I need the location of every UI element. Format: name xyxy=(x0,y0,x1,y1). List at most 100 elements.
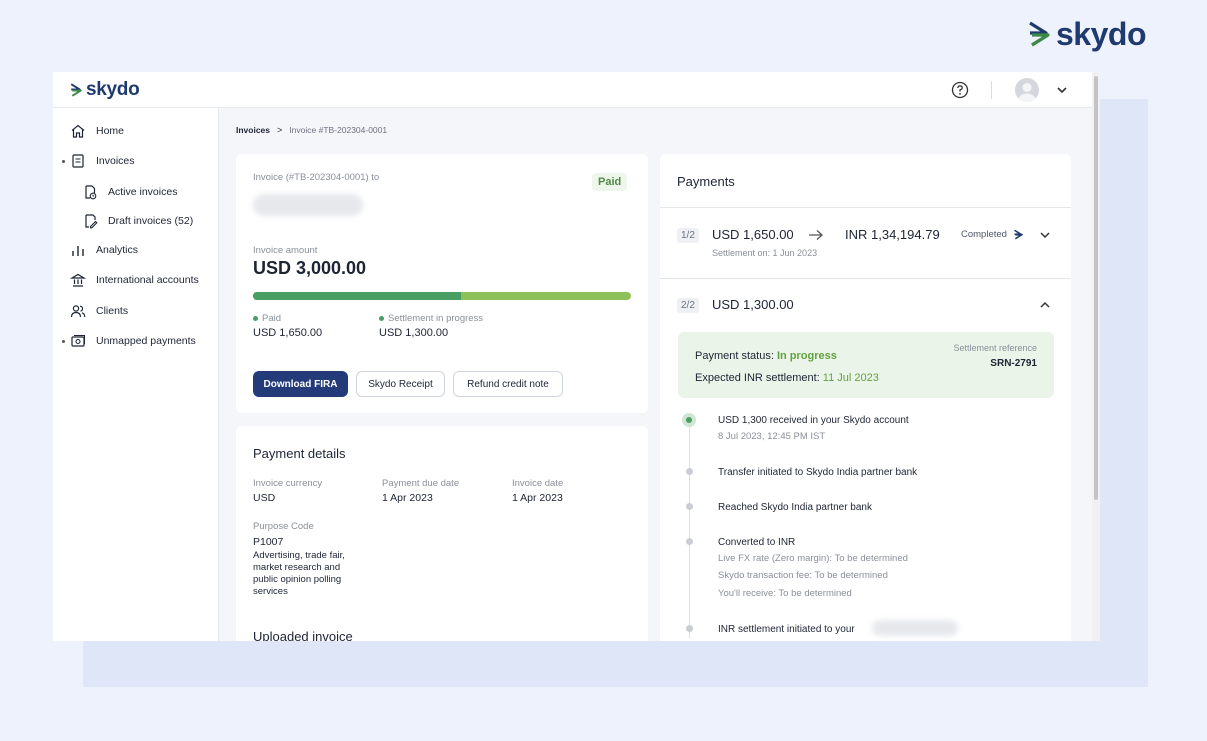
download-fira-button[interactable]: Download FIRA xyxy=(253,371,348,397)
purpose-code-label: Purpose Code xyxy=(253,521,314,532)
payment-index: 1/2 xyxy=(677,228,699,243)
timeline-step-detail: Skydo transaction fee: To be determined xyxy=(718,570,888,581)
expand-bullet xyxy=(62,160,65,163)
expected-settlement-label: Expected INR settlement: xyxy=(695,372,820,384)
settlement-value: USD 1,300.00 xyxy=(379,327,449,339)
status-badge: Paid xyxy=(592,173,628,191)
sidebar-item-clients[interactable]: Clients xyxy=(70,303,128,319)
analytics-icon xyxy=(72,246,84,256)
sidebar-item-label: Draft invoices (52) xyxy=(108,215,194,227)
sidebar: Home Invoices Active invoices Draft invo… xyxy=(53,108,219,641)
payment-status-line: Payment status: In progress xyxy=(695,350,837,362)
invoice-title: Invoice (#TB-202304-0001) to xyxy=(253,172,380,183)
invoice-currency-value: USD xyxy=(253,492,276,504)
due-date-value: 1 Apr 2023 xyxy=(382,492,433,504)
invoice-currency-label: Invoice currency xyxy=(253,478,323,489)
settlement-legend: Settlement in progress xyxy=(379,313,483,324)
settlement-reference-value: SRN-2791 xyxy=(990,358,1037,369)
help-icon[interactable] xyxy=(951,81,969,99)
invoice-date-value: 1 Apr 2023 xyxy=(512,492,563,504)
sidebar-item-label: Clients xyxy=(96,305,129,317)
sidebar-item-analytics[interactable]: Analytics xyxy=(70,242,138,258)
invoice-amount-label: Invoice amount xyxy=(253,245,318,256)
purpose-code-value: P1007 xyxy=(253,536,284,548)
sidebar-item-label: Invoices xyxy=(96,155,135,167)
timeline-step-title: Converted to INR xyxy=(718,537,796,548)
payment-row-2[interactable]: 2/2 USD 1,300.00 xyxy=(660,279,1071,329)
sidebar-item-home[interactable]: Home xyxy=(70,123,124,139)
brand-logo: skydo xyxy=(1026,16,1146,52)
due-date-label: Payment due date xyxy=(382,478,460,489)
timeline-step-detail: Live FX rate (Zero margin): To be determ… xyxy=(718,553,908,564)
paid-legend-label: Paid xyxy=(262,313,282,324)
top-divider xyxy=(991,81,992,99)
purpose-description-line: services xyxy=(253,586,288,597)
payment-inr-amount: INR 1,34,194.79 xyxy=(845,227,940,242)
timeline-step-title: Reached Skydo India partner bank xyxy=(718,502,872,513)
invoice-amount: USD 3,000.00 xyxy=(253,258,367,278)
avatar[interactable] xyxy=(1015,78,1039,102)
progress-fill-paid xyxy=(253,292,461,300)
skydo-receipt-button[interactable]: Skydo Receipt xyxy=(356,371,445,397)
uploaded-invoice-title: Uploaded invoice xyxy=(253,629,353,641)
timeline-dot xyxy=(686,503,693,510)
invoice-summary-card: Invoice (#TB-202304-0001) to Paid Invoic… xyxy=(236,154,648,413)
sidebar-item-label: Unmapped payments xyxy=(96,335,196,347)
home-icon xyxy=(71,124,85,138)
expected-settlement-value: 11 Jul 2023 xyxy=(822,372,879,384)
client-name-redacted xyxy=(253,194,363,216)
payments-title: Payments xyxy=(677,174,735,189)
app-logo[interactable]: skydo xyxy=(69,79,140,101)
timeline-step-detail: You'll receive: To be determined xyxy=(718,588,852,599)
breadcrumb-invoices-link[interactable]: Invoices xyxy=(236,125,270,135)
top-bar: skydo xyxy=(53,72,1100,108)
timeline-dot xyxy=(686,538,693,545)
breadcrumb-current: Invoice #TB-202304-0001 xyxy=(289,125,388,135)
chevron-down-icon[interactable] xyxy=(1055,83,1069,97)
scrollbar-thumb[interactable] xyxy=(1094,76,1098,500)
sidebar-item-unmapped-payments[interactable]: Unmapped payments xyxy=(70,333,196,349)
invoice-date-label: Invoice date xyxy=(512,478,564,489)
refund-credit-note-button[interactable]: Refund credit note xyxy=(453,371,563,397)
sidebar-item-label: International accounts xyxy=(96,274,199,286)
paid-value: USD 1,650.00 xyxy=(253,327,323,339)
payment-row-1[interactable]: 1/2 USD 1,650.00 INR 1,34,194.79 Complet… xyxy=(660,208,1071,278)
expand-bullet xyxy=(62,340,65,343)
timeline-step-subtitle: 8 Jul 2023, 12:45 PM IST xyxy=(718,431,826,442)
purpose-description-line: public opinion polling xyxy=(253,574,342,585)
main-content: Invoices > Invoice #TB-202304-0001 Invoi… xyxy=(219,108,1092,641)
cash-icon xyxy=(71,335,85,347)
payment-status-value: In progress xyxy=(776,350,837,362)
chevron-up-icon[interactable] xyxy=(1038,298,1052,312)
timeline-dot xyxy=(686,625,693,632)
sidebar-item-label: Active invoices xyxy=(108,186,178,198)
payments-card: Payments 1/2 USD 1,650.00 INR 1,34,194.7… xyxy=(660,154,1071,641)
breadcrumb-separator: > xyxy=(277,125,283,135)
skydo-mark-icon xyxy=(1029,21,1050,47)
sidebar-item-international-accounts[interactable]: International accounts xyxy=(70,272,199,288)
sidebar-item-draft-invoices[interactable]: Draft invoices (52) xyxy=(82,213,193,229)
account-name-redacted xyxy=(872,620,958,636)
payment-status-label: Payment status: xyxy=(695,350,774,362)
paid-dot xyxy=(253,315,258,321)
payment-progress-bar xyxy=(253,292,631,300)
timeline-dot xyxy=(686,468,693,475)
payment-details-card: Payment details Invoice currency USD Pay… xyxy=(236,426,648,641)
brand-logo-text: skydo xyxy=(1056,16,1146,52)
sidebar-item-active-invoices[interactable]: Active invoices xyxy=(82,184,177,200)
draft-invoice-icon xyxy=(85,214,98,229)
settlement-reference-label: Settlement reference xyxy=(953,343,1037,353)
purpose-description-line: market research and xyxy=(253,562,341,573)
chevron-down-icon[interactable] xyxy=(1038,228,1052,242)
skydo-mark-icon xyxy=(70,83,82,97)
settlement-dot xyxy=(379,315,384,321)
timeline-step-title: INR settlement initiated to your xyxy=(718,624,855,635)
user-avatar-icon xyxy=(1018,83,1036,102)
breadcrumb: Invoices > Invoice #TB-202304-0001 xyxy=(236,125,387,135)
settlement-date: Settlement on: 1 Jun 2023 xyxy=(712,248,818,258)
expected-settlement-line: Expected INR settlement: 11 Jul 2023 xyxy=(695,372,879,384)
sidebar-item-invoices[interactable]: Invoices xyxy=(70,153,135,169)
app-window: skydo Home Invoices Active invoices Draf… xyxy=(53,72,1100,641)
payment-status-box: Payment status: In progress Expected INR… xyxy=(678,332,1054,398)
active-invoice-icon xyxy=(85,185,97,200)
